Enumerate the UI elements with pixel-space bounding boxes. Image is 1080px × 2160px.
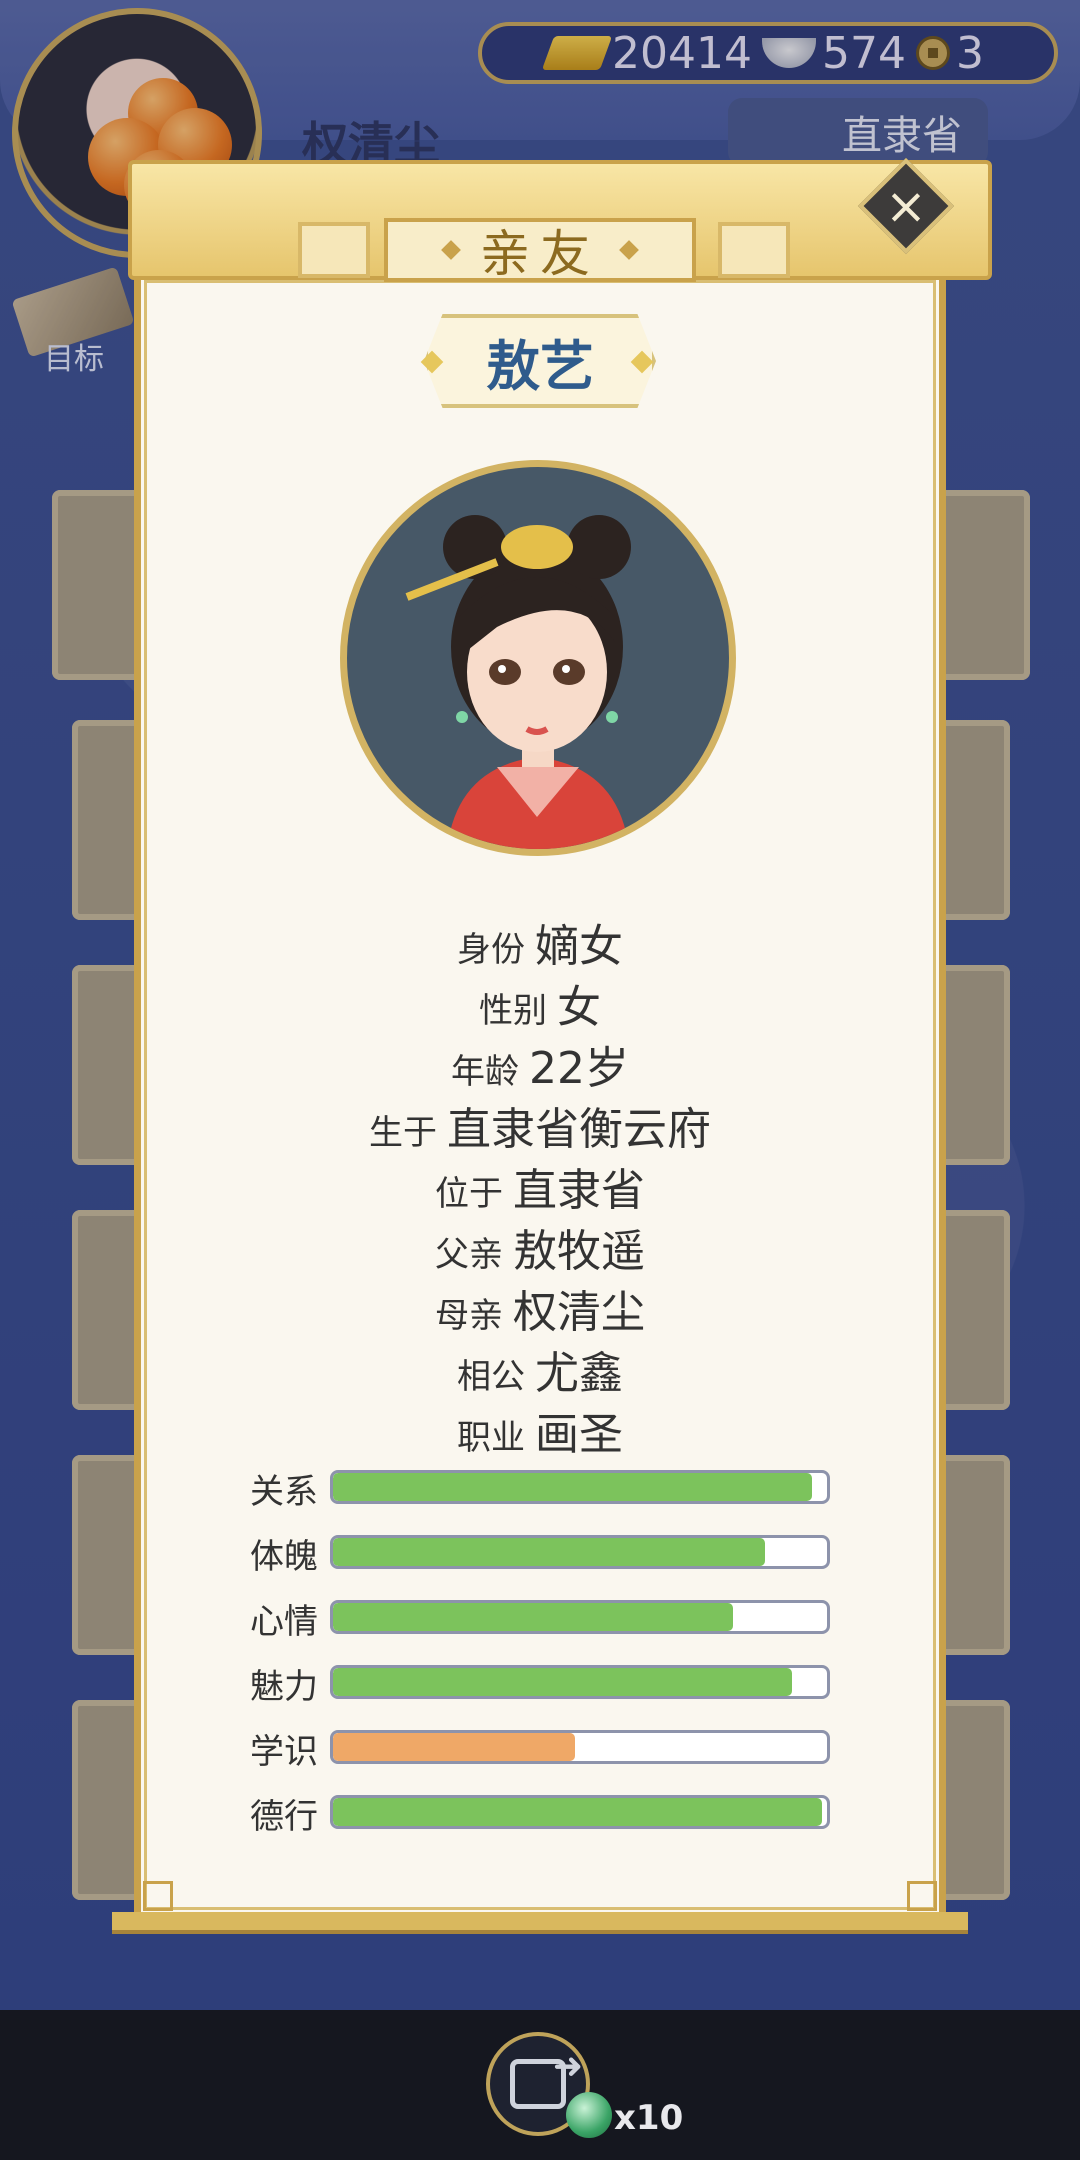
share-icon (510, 2046, 583, 2109)
info-value: 权清尘 (513, 1287, 645, 1338)
info-row: 年龄 22岁 (0, 1032, 1080, 1096)
stat-bar (330, 1600, 830, 1634)
stat-label: 魅力 (250, 1667, 318, 1707)
info-label: 父亲 (435, 1235, 503, 1275)
stat-label: 心情 (250, 1602, 318, 1642)
info-row: 母亲 权清尘 (0, 1276, 1080, 1340)
dialog-title: 亲友 (480, 225, 600, 283)
info-label: 生于 (369, 1113, 437, 1153)
stat-bar (330, 1535, 830, 1569)
info-label: 年龄 (451, 1052, 519, 1092)
diamond-icon (619, 240, 639, 260)
info-value: 直隶省 (513, 1165, 645, 1216)
info-value: 嫡女 (535, 921, 623, 972)
info-value: 22岁 (529, 1043, 629, 1094)
stat-bar-fill (333, 1538, 766, 1566)
info-row: 身份 嫡女 (0, 910, 1080, 974)
info-label: 性别 (479, 991, 547, 1031)
header-ornament (298, 222, 370, 278)
close-icon: × (885, 177, 927, 235)
info-row: 职业 画圣 (0, 1398, 1080, 1462)
info-label: 相公 (457, 1357, 525, 1397)
info-value: 直隶省衡云府 (447, 1104, 711, 1155)
diamond-icon (441, 240, 461, 260)
stat-label: 关系 (250, 1472, 318, 1512)
info-value: 尤鑫 (535, 1348, 623, 1399)
stat-label: 德行 (250, 1797, 318, 1837)
info-value: 敖牧遥 (513, 1226, 645, 1277)
character-portrait (340, 460, 736, 856)
stat-bar-fill (333, 1798, 823, 1826)
stat-bar-fill (333, 1603, 734, 1631)
info-row: 相公 尤鑫 (0, 1337, 1080, 1401)
info-label: 身份 (457, 930, 525, 970)
info-value: 女 (557, 982, 601, 1033)
stat-bar-fill (333, 1473, 813, 1501)
name-plate: 敖艺 (424, 314, 656, 408)
scroll-bottom-rod (112, 1912, 968, 1934)
info-row: 生于 直隶省衡云府 (0, 1093, 1080, 1157)
corner-ornament (907, 1881, 937, 1911)
header-ornament (718, 222, 790, 278)
stat-label: 体魄 (250, 1537, 318, 1577)
stat-bar-fill (333, 1668, 793, 1696)
stat-bar (330, 1795, 830, 1829)
info-label: 位于 (435, 1174, 503, 1214)
stat-label: 学识 (250, 1732, 318, 1772)
jade-coin-icon (566, 2092, 612, 2138)
stat-bar (330, 1730, 830, 1764)
info-row: 父亲 敖牧遥 (0, 1215, 1080, 1279)
stat-bar (330, 1470, 830, 1504)
stat-bar-fill (333, 1733, 576, 1761)
character-name: 敖艺 (486, 334, 594, 398)
info-label: 职业 (457, 1418, 525, 1458)
reward-multiplier: x10 (614, 2098, 684, 2138)
stat-bar (330, 1665, 830, 1699)
info-value: 画圣 (535, 1409, 623, 1460)
corner-ornament (143, 1881, 173, 1911)
info-row: 位于 直隶省 (0, 1154, 1080, 1218)
info-row: 性别女 (0, 971, 1080, 1035)
dialog-title-tab: 亲友 (384, 218, 696, 283)
info-label: 母亲 (435, 1296, 503, 1336)
